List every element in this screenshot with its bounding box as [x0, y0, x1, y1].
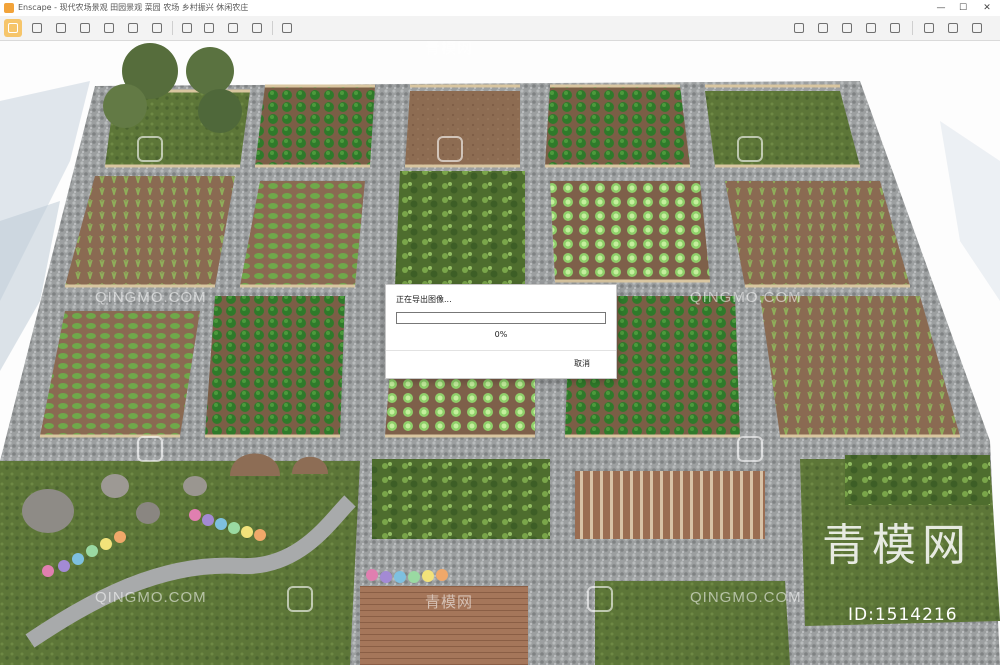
watermark-logo-icon [437, 136, 463, 162]
image-id-label: ID:1514216 [848, 605, 958, 625]
capture-icon[interactable] [224, 19, 242, 37]
dialog-message: 正在导出图像... [396, 295, 452, 304]
panorama-icon[interactable] [248, 19, 266, 37]
export-icon[interactable] [862, 19, 880, 37]
close-button[interactable]: ✕ [976, 0, 998, 16]
watermark-text: QINGMO.COM [95, 289, 207, 306]
minimize-button[interactable]: — [930, 0, 952, 16]
walk-icon[interactable] [52, 19, 70, 37]
progress-percent: 0% [494, 330, 508, 339]
cancel-button[interactable]: 取消 [574, 358, 590, 369]
watermark-logo-icon [587, 586, 613, 612]
cursor-icon[interactable] [4, 19, 22, 37]
eye-icon[interactable] [920, 19, 938, 37]
export-progress-dialog: 正在导出图像... 0% 取消 [385, 284, 617, 379]
watermark-text: QINGMO.COM [95, 589, 207, 606]
grid-icon[interactable] [200, 19, 218, 37]
window-title: Enscape - 现代农场景观 田园景观 菜园 农场 乡村振兴 休闲农庄 [18, 3, 249, 12]
asset-library-icon[interactable] [790, 19, 808, 37]
maximize-button[interactable]: ☐ [952, 0, 974, 16]
title-bar: Enscape - 现代农场景观 田园景观 菜园 农场 乡村振兴 休闲农庄 — … [0, 0, 1000, 17]
watermark-logo-icon [137, 136, 163, 162]
bookmark-icon[interactable] [124, 19, 142, 37]
watermark-logo-icon [137, 436, 163, 462]
watermark-logo-icon [737, 436, 763, 462]
atom-icon[interactable] [148, 19, 166, 37]
link-icon[interactable] [886, 19, 904, 37]
help-icon[interactable] [968, 19, 986, 37]
camera-icon[interactable] [76, 19, 94, 37]
watermark-text: QINGMO.COM [690, 589, 802, 606]
watermark-text: QINGMO.COM [690, 289, 802, 306]
save-icon[interactable] [100, 19, 118, 37]
dialog-divider [386, 350, 616, 351]
toolbar-separator [912, 21, 913, 35]
watermark-logo-icon [737, 136, 763, 162]
watermark-logo-icon [287, 586, 313, 612]
pencil-icon[interactable] [28, 19, 46, 37]
enscape-logo-icon [4, 3, 14, 13]
gear-icon[interactable] [944, 19, 962, 37]
toolbar-separator [172, 21, 173, 35]
brand-watermark: 青模网 [822, 520, 972, 571]
view-icon[interactable] [178, 19, 196, 37]
toolbar-separator [272, 21, 273, 35]
screenshot-icon[interactable] [814, 19, 832, 37]
watermark-text: 青模网 [425, 41, 474, 57]
cube-icon[interactable] [838, 19, 856, 37]
toolbar [0, 16, 1000, 41]
watermark-text: 青模网 [425, 594, 474, 611]
video-icon[interactable] [278, 19, 296, 37]
progress-bar [396, 312, 606, 324]
